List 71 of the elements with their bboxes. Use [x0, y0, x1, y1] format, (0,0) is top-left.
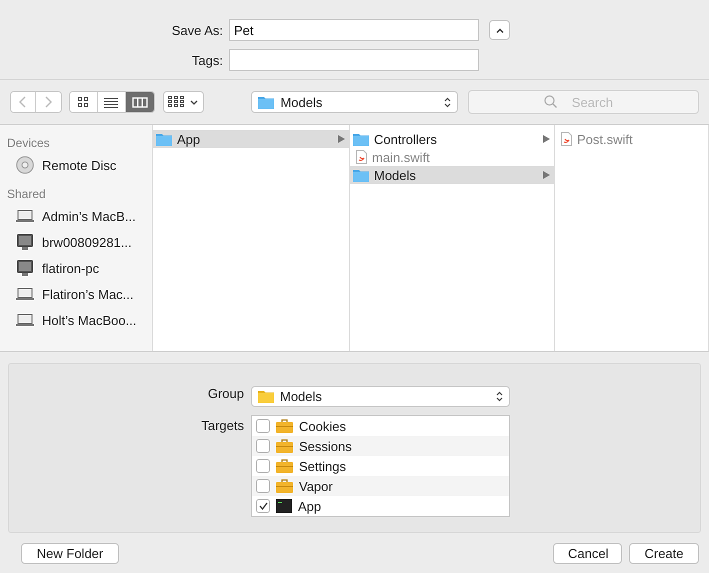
cancel-button[interactable]: Cancel — [553, 543, 622, 564]
sidebar-item[interactable]: Remote Disc — [42, 158, 116, 172]
save-as-label: Save As: — [170, 22, 223, 38]
search-field[interactable]: Search — [468, 90, 699, 114]
folder-row[interactable]: App — [153, 130, 349, 148]
arrange-button[interactable] — [162, 91, 204, 113]
toolbox-icon — [276, 439, 293, 453]
file-row[interactable]: main.swift — [350, 148, 554, 166]
back-button[interactable] — [11, 92, 36, 112]
targets-label: Targets — [200, 417, 244, 433]
collapse-button[interactable] — [489, 20, 510, 40]
location-popup[interactable]: Models — [251, 91, 458, 113]
folder-icon — [353, 132, 369, 146]
search-icon — [544, 95, 557, 108]
checkbox[interactable] — [256, 479, 270, 493]
folder-icon — [353, 168, 369, 182]
sidebar-heading: Devices — [6, 136, 51, 152]
disc-icon — [16, 156, 34, 174]
laptop-icon — [16, 314, 34, 326]
checkmark-icon — [258, 502, 268, 510]
folder-row[interactable]: Models — [350, 166, 554, 184]
disclosure-arrow-icon — [338, 135, 345, 143]
sidebar-item[interactable]: flatiron-pc — [42, 260, 100, 276]
target-name: Vapor — [299, 478, 333, 494]
columns-view-button[interactable] — [126, 92, 154, 112]
tags-field[interactable] — [229, 49, 479, 71]
columns-view-icon — [132, 94, 148, 110]
sidebar-item[interactable]: Flatiron’s Mac... — [42, 286, 134, 302]
save-as-field[interactable]: Pet — [229, 19, 479, 41]
swift-file-icon — [561, 132, 572, 146]
sidebar-heading: Shared — [6, 187, 47, 203]
stepper-icon — [496, 391, 503, 402]
toolbox-icon — [276, 419, 293, 433]
toolbox-icon — [276, 459, 293, 473]
folder-icon — [258, 390, 274, 403]
tags-label: Tags: — [190, 52, 223, 68]
sidebar-item[interactable]: Admin’s MacB... — [42, 208, 136, 224]
sidebar-item[interactable]: brw00809281... — [42, 234, 132, 250]
new-folder-button[interactable]: New Folder — [21, 543, 119, 564]
swift-file-icon — [356, 150, 367, 164]
chevron-right-icon — [44, 96, 52, 108]
chevron-left-icon — [19, 96, 26, 108]
checkbox[interactable] — [256, 439, 270, 453]
checkbox[interactable] — [256, 499, 270, 513]
monitor-icon — [17, 234, 33, 250]
grid-icon — [168, 96, 184, 108]
monitor-icon — [17, 260, 33, 276]
disclosure-arrow-icon — [543, 135, 550, 143]
chevron-down-icon — [190, 100, 198, 104]
disclosure-arrow-icon — [543, 171, 550, 179]
folder-icon — [156, 132, 172, 146]
checkbox[interactable] — [256, 459, 270, 473]
toolbox-icon — [276, 479, 293, 493]
checkbox[interactable] — [256, 419, 270, 433]
group-label: Group — [206, 386, 244, 403]
folder-icon — [258, 96, 274, 108]
target-name: Sessions — [299, 438, 352, 454]
group-popup[interactable]: Models — [251, 386, 510, 407]
create-button[interactable]: Create — [629, 543, 699, 564]
stepper-icon — [444, 96, 451, 108]
target-name: Settings — [299, 458, 346, 474]
laptop-icon — [16, 288, 34, 300]
sidebar-item[interactable]: Holt’s MacBoo... — [42, 312, 136, 328]
file-row[interactable]: Post.swift — [555, 130, 708, 148]
target-name: Cookies — [299, 418, 346, 434]
target-name: App — [298, 498, 322, 514]
laptop-icon — [16, 210, 34, 222]
terminal-icon — [276, 499, 292, 513]
icons-view-button[interactable] — [70, 92, 98, 112]
chevron-up-icon — [496, 28, 504, 32]
folder-row[interactable]: Controllers — [350, 130, 554, 148]
